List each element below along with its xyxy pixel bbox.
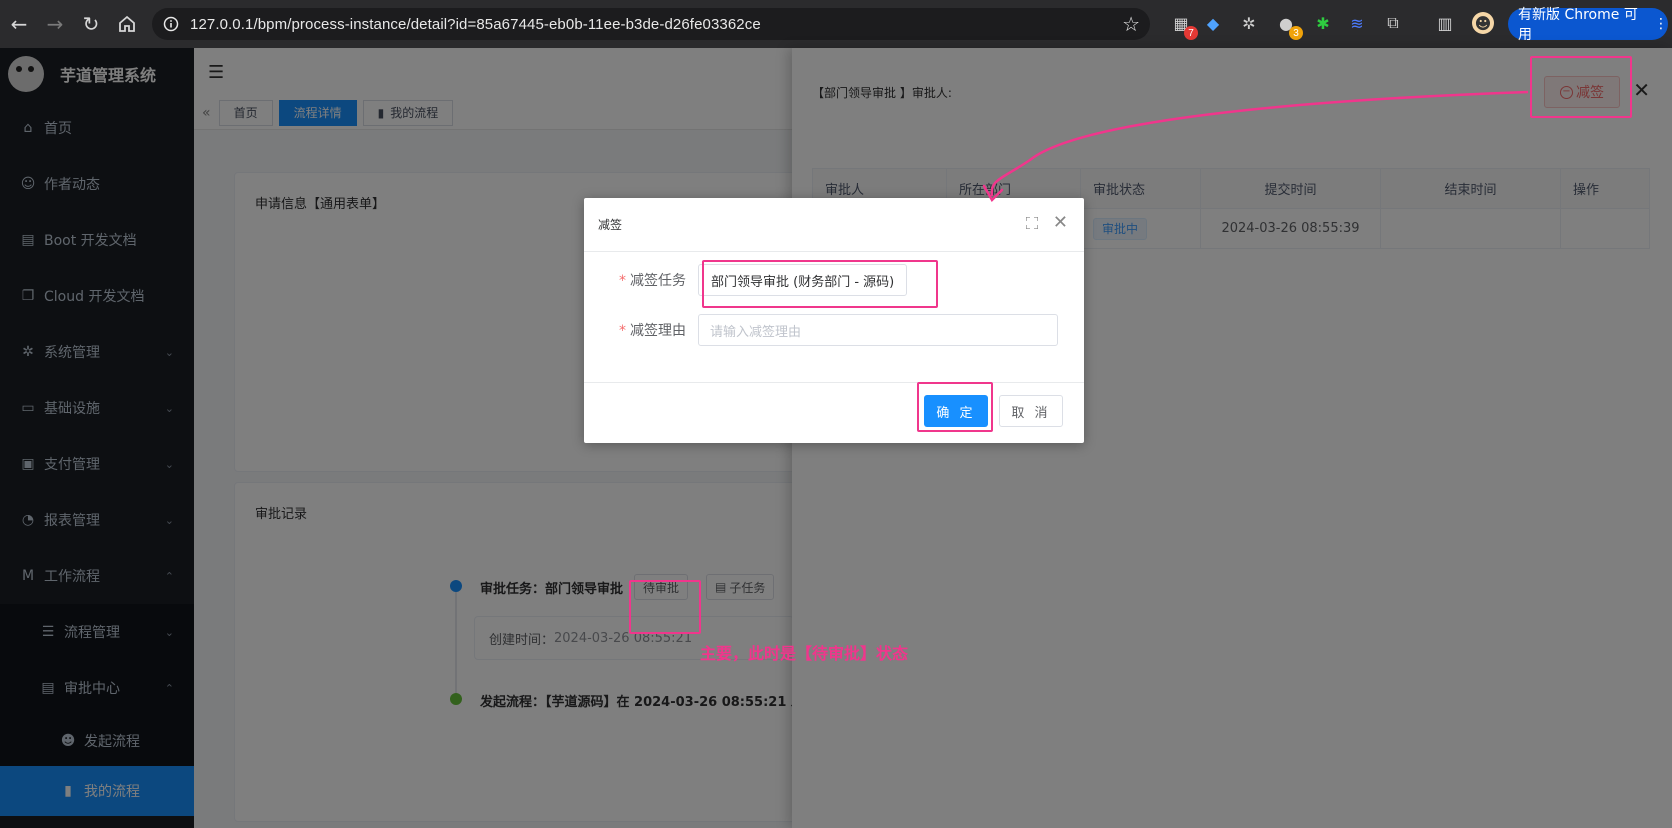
extension-icon[interactable]: ▦ 7 <box>1170 12 1198 40</box>
task-label: 减签任务 <box>630 273 686 289</box>
form-row-reason: * 减签理由 请输入减签理由 <box>584 313 1058 347</box>
dialog-title: 减签 <box>598 218 623 232</box>
highlight-task-value <box>702 260 938 308</box>
form-label: * 减签理由 <box>584 320 698 340</box>
required-mark: * <box>619 273 626 289</box>
home-icon[interactable] <box>110 7 144 41</box>
highlight-reduce-button <box>1530 56 1632 118</box>
dialog-header: 减签 ✕ <box>584 198 1084 252</box>
cancel-button[interactable]: 取 消 <box>999 395 1063 427</box>
browser-toolbar: ← → ↻ 127.0.0.1/bpm/process-instance/det… <box>0 0 1672 48</box>
bookmark-star-icon[interactable]: ☆ <box>1122 12 1140 36</box>
chrome-update-button[interactable]: 有新版 Chrome 可用 ⋮ <box>1508 7 1668 43</box>
dialog-footer: 确 定 取 消 <box>584 382 1084 443</box>
ext-badge: 7 <box>1184 26 1198 40</box>
required-mark: * <box>619 323 626 339</box>
close-icon[interactable]: ✕ <box>1053 212 1068 233</box>
fullscreen-icon[interactable] <box>1025 216 1039 230</box>
reason-input[interactable]: 请输入减签理由 <box>698 314 1058 346</box>
ext-badge: 3 <box>1289 26 1303 40</box>
highlight-confirm <box>917 382 993 432</box>
forward-icon[interactable]: → <box>38 7 72 41</box>
side-panel-icon[interactable]: ▥ <box>1434 12 1456 34</box>
puzzle-extension-icon[interactable]: ✲ <box>1238 12 1260 34</box>
url-text[interactable]: 127.0.0.1/bpm/process-instance/detail?id… <box>190 16 761 33</box>
star-extension-icon[interactable]: ✱ <box>1312 12 1334 34</box>
annotation-note: 主要，此时是【待审批】状态 <box>700 644 909 663</box>
reason-label: 减签理由 <box>630 323 686 339</box>
back-icon[interactable]: ← <box>2 7 36 41</box>
address-bar[interactable]: 127.0.0.1/bpm/process-instance/detail?id… <box>152 8 1150 40</box>
extensions-puzzle-icon[interactable]: ⧉ <box>1382 12 1404 34</box>
gem-extension-icon[interactable]: ◆ <box>1202 12 1224 34</box>
more-menu-icon[interactable]: ⋮ <box>1654 16 1668 32</box>
profile-avatar-icon[interactable]: ☻ <box>1472 12 1494 34</box>
form-label: * 减签任务 <box>584 270 698 290</box>
reduce-sign-dialog: 减签 ✕ * 减签任务 部门领导审批 (财务部门 - 源码) * 减签理由 请输入减… <box>584 198 1084 443</box>
extension-icon[interactable]: ● 3 <box>1275 12 1303 40</box>
layers-extension-icon[interactable]: ≋ <box>1346 12 1368 34</box>
site-info-icon[interactable] <box>160 13 182 35</box>
update-label: 有新版 Chrome 可用 <box>1518 7 1638 43</box>
highlight-pending <box>629 580 701 634</box>
reload-icon[interactable]: ↻ <box>74 7 108 41</box>
